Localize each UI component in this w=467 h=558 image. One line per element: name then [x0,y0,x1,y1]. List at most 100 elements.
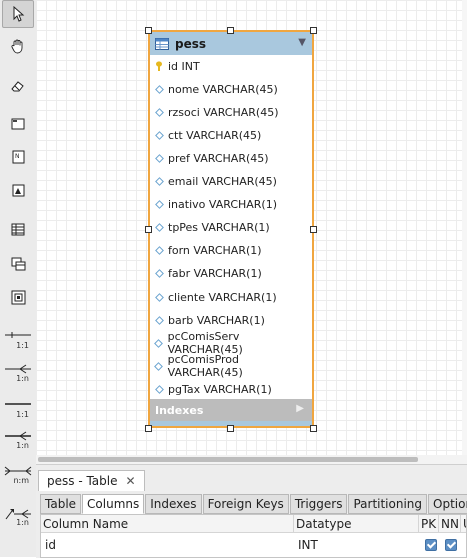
tab-columns[interactable]: Columns [82,494,145,514]
editor-subtabs: Table Columns Indexes Foreign Keys Triggers P… [40,494,467,514]
entity-column-label: forn VARCHAR(1) [168,244,262,258]
column-header-datatype[interactable]: Datatype [294,515,419,533]
grid-cell-pk[interactable] [421,535,439,555]
grid-cell-column-name[interactable]: id [41,535,294,555]
column-diamond-icon [154,292,164,302]
table-icon [11,223,25,235]
entity-column-row[interactable]: pcComisProd VARCHAR(45) [154,353,312,379]
entity-column-label: pcComisProd VARCHAR(45) [167,353,243,380]
grid-cell-datatype[interactable]: INT [294,535,419,555]
nn-checkbox[interactable] [445,539,457,551]
resize-handle[interactable] [145,226,152,233]
column-diamond-icon [154,384,164,394]
column-header-name[interactable]: Column Name [41,515,294,533]
svg-text:N: N [15,153,20,160]
entity-column-row[interactable]: email VARCHAR(45) [154,173,277,191]
column-diamond-icon [154,269,164,279]
tab-partitioning[interactable]: Partitioning [348,494,428,514]
resize-handle[interactable] [145,425,152,432]
relationship-label: 1:n [16,374,29,383]
entity-column-label: rzsoci VARCHAR(45) [168,105,279,119]
canvas-horizontal-scrollbar[interactable] [36,455,467,464]
layer-icon [11,118,25,130]
relationship-label: 1:n [16,518,29,527]
hand-pan-icon [11,39,23,54]
entity-column-label: fabr VARCHAR(1) [168,267,262,281]
entity-column-row[interactable]: inativo VARCHAR(1) [154,196,277,214]
column-diamond-icon [154,84,164,94]
relationship-1-n-identifying-tool[interactable]: 1:n [2,423,34,451]
column-diamond-icon [154,223,164,233]
relationship-n-m-tool[interactable]: n:m [2,458,34,486]
entity-column-row[interactable]: cliente VARCHAR(1) [154,288,277,306]
close-icon[interactable]: ✕ [126,474,136,488]
routine-group-icon [11,290,25,304]
scrollbar-thumb[interactable] [38,457,418,462]
entity-column-label: nome VARCHAR(45) [168,82,278,96]
indexes-section[interactable]: Indexes ▶ [150,399,312,421]
entity-column-row[interactable]: forn VARCHAR(1) [154,242,262,260]
layer-tool[interactable] [2,110,34,138]
table-entity-pess[interactable]: pess ▼ id INT nome VARCHAR(45) rzsoci VARC… [148,30,314,428]
tab-foreign-keys[interactable]: Foreign Keys [202,494,289,514]
column-header-nn[interactable]: NN [439,515,461,533]
indexes-label: Indexes [155,403,204,417]
eraser-icon [11,81,24,92]
relationship-label: 1:1 [16,341,29,350]
select-pointer-tool[interactable] [2,0,34,28]
tab-triggers[interactable]: Triggers [289,494,348,514]
tab-options[interactable]: Options [428,494,467,514]
collapse-toggle-icon[interactable]: ▼ [298,37,306,48]
view-tool[interactable] [2,250,34,278]
entity-column-row[interactable]: barb VARCHAR(1) [154,311,265,329]
table-tool[interactable] [2,215,34,243]
entity-column-row[interactable]: pgTax VARCHAR(1) [154,380,272,398]
expand-indexes-icon[interactable]: ▶ [296,403,304,414]
entity-column-row[interactable]: fabr VARCHAR(1) [154,265,262,283]
resize-handle[interactable] [227,27,234,34]
entity-column-label: ctt VARCHAR(45) [168,128,262,142]
column-diamond-icon [154,246,164,256]
relationship-label: 1:1 [16,410,29,419]
resize-handle[interactable] [310,425,317,432]
image-icon [12,184,24,196]
canvas-vertical-scrollbar[interactable] [462,0,467,455]
entity-column-row[interactable]: ctt VARCHAR(45) [154,126,261,144]
resize-handle[interactable] [145,27,152,34]
entity-column-row[interactable]: rzsoci VARCHAR(45) [154,103,279,121]
editor-tab-title: pess - Table [47,474,118,488]
eraser-tool[interactable] [2,72,34,100]
grid-cell-nn[interactable] [441,535,461,555]
entity-column-label: pgTax VARCHAR(1) [168,382,272,396]
hand-pan-tool[interactable] [2,32,34,60]
column-header-pk[interactable]: PK [419,515,439,533]
routine-group-tool[interactable] [2,283,34,311]
grid-cell-u[interactable] [462,535,466,555]
entity-column-row[interactable]: id INT [154,57,200,75]
column-diamond-icon [154,130,164,140]
tab-table[interactable]: Table [40,494,82,514]
note-icon: N [12,150,24,164]
resize-handle[interactable] [227,425,234,432]
entity-column-row[interactable]: nome VARCHAR(45) [154,80,278,98]
tab-indexes[interactable]: Indexes [145,494,202,514]
column-diamond-icon [154,200,164,210]
relationship-1-1-identifying-tool[interactable]: 1:1 [2,392,34,420]
column-header-u[interactable]: U [461,515,466,533]
column-diamond-icon [154,153,164,163]
editor-document-tab[interactable]: pess - Table ✕ [38,470,145,491]
resize-handle[interactable] [310,226,317,233]
entity-header[interactable]: pess ▼ [150,32,312,55]
relationship-1-n-tool[interactable]: 1:n [2,356,34,384]
relationship-1-1-tool[interactable]: 1:1 [2,323,34,351]
entity-column-label: tpPes VARCHAR(1) [168,221,270,235]
image-tool[interactable] [2,176,34,204]
note-tool[interactable]: N [2,143,34,171]
pk-checkbox[interactable] [425,539,437,551]
entity-column-label: email VARCHAR(45) [168,175,277,188]
relationship-existing-columns-tool[interactable]: 1:n [2,500,34,528]
entity-column-row[interactable]: tpPes VARCHAR(1) [154,219,270,237]
entity-column-row[interactable]: pref VARCHAR(45) [154,149,269,167]
entity-column-row[interactable]: pcComisServ VARCHAR(45) [154,330,312,356]
resize-handle[interactable] [310,27,317,34]
